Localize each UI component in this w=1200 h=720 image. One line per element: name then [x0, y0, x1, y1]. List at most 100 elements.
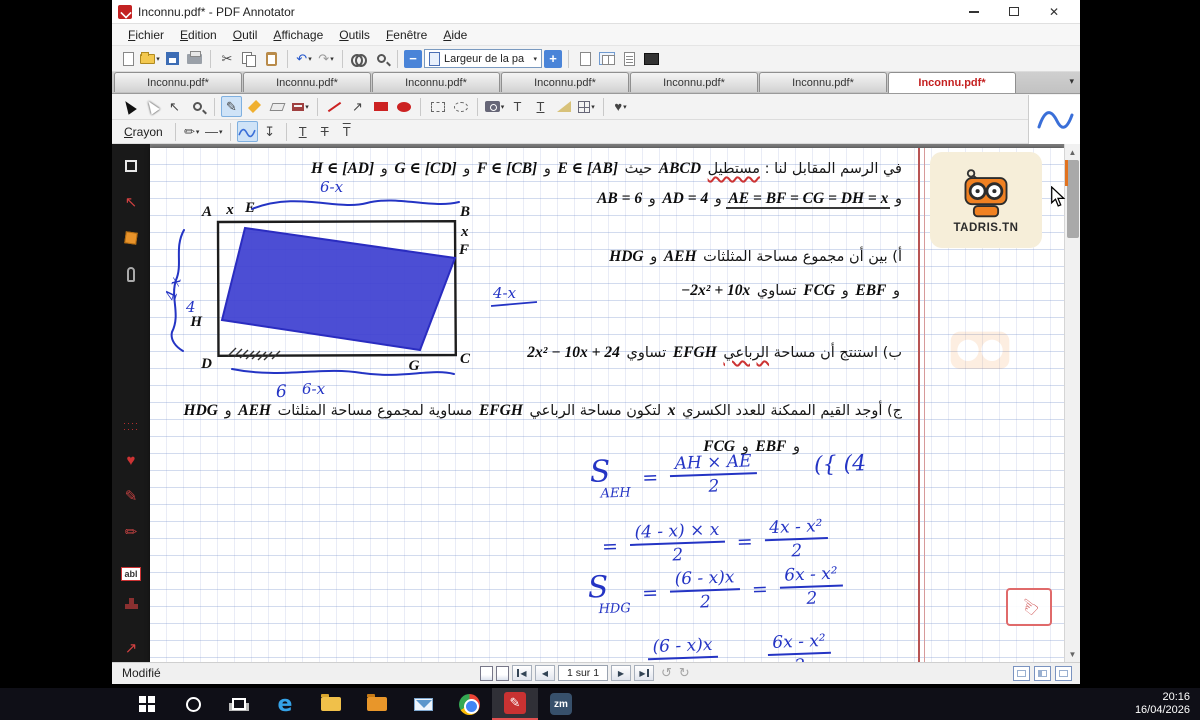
line-tool[interactable] — [324, 96, 345, 117]
single-page-view-button[interactable] — [575, 49, 595, 69]
menu-item[interactable]: Fichier — [120, 26, 172, 44]
heart-preset-button[interactable]: ♥ — [118, 448, 144, 472]
page-indicator[interactable]: 1 sur 1 — [558, 665, 608, 681]
menu-item[interactable]: Fenêtre — [378, 26, 435, 44]
freehand-style-button[interactable] — [237, 121, 258, 142]
document-tab[interactable]: Inconnu.pdf* — [372, 72, 500, 92]
pen-preset-button[interactable]: ✎ — [118, 484, 144, 508]
document-tab[interactable]: Inconnu.pdf* — [114, 72, 242, 92]
new-document-button[interactable] — [118, 49, 138, 69]
edge-taskbar-item[interactable]: e — [262, 688, 308, 720]
snapshot-tool[interactable] — [427, 96, 448, 117]
scroll-down-button[interactable]: ▼ — [1065, 646, 1080, 662]
menu-item[interactable]: Aide — [435, 26, 475, 44]
lasso-tool[interactable] — [450, 96, 471, 117]
text-preset-button[interactable]: abl — [118, 562, 144, 586]
save-button[interactable] — [162, 49, 182, 69]
pen-tool[interactable]: ✎ — [221, 96, 242, 117]
previous-view-button[interactable]: ↺ — [661, 665, 672, 681]
close-button[interactable]: ✕ — [1034, 1, 1074, 23]
previous-page-button[interactable]: ◀ — [535, 665, 555, 681]
pointer-preset-button[interactable]: ↖ — [118, 190, 144, 214]
menu-item[interactable]: Affichage — [265, 26, 331, 44]
pencil-preset-button[interactable]: ✏ — [118, 520, 144, 544]
document-tab[interactable]: Inconnu.pdf* — [888, 72, 1016, 93]
text-box-tool[interactable]: T — [530, 96, 551, 117]
pan-tool[interactable]: ↖ — [164, 96, 185, 117]
pdf-page[interactable]: في الرسم المقابل لنا : مستطيل ABCD حيث E… — [150, 148, 1064, 662]
document-tab[interactable]: Inconnu.pdf* — [501, 72, 629, 92]
minimize-button[interactable] — [954, 1, 994, 23]
fullscreen-button[interactable] — [641, 49, 661, 69]
snap-to-line-button[interactable]: ↧ — [260, 122, 280, 142]
select-tool[interactable] — [118, 96, 139, 117]
start-button[interactable] — [124, 688, 170, 720]
copy-button[interactable] — [239, 49, 259, 69]
search-next-button[interactable] — [371, 49, 391, 69]
chrome-taskbar-item[interactable] — [446, 688, 492, 720]
document-tab[interactable]: Inconnu.pdf* — [630, 72, 758, 92]
search-button[interactable] — [170, 688, 216, 720]
blank-preset-button[interactable] — [118, 154, 144, 178]
zoom-in-button[interactable]: + — [544, 50, 562, 68]
attachment-preset-button[interactable] — [118, 262, 144, 286]
layout-single-button[interactable] — [1013, 666, 1030, 681]
document-tab[interactable]: Inconnu.pdf* — [243, 72, 371, 92]
favorites-tool[interactable]: ♥▾ — [610, 96, 631, 117]
next-view-button[interactable]: ↻ — [679, 665, 690, 681]
text-underline-button[interactable]: T — [293, 122, 313, 142]
more-tools-button[interactable]: ▾ — [576, 96, 597, 117]
zoom-taskbar-item[interactable]: zm — [538, 688, 584, 720]
rectangle-tool[interactable] — [370, 96, 391, 117]
ellipse-tool[interactable] — [393, 96, 414, 117]
cut-button[interactable]: ✂ — [217, 49, 237, 69]
last-page-button[interactable]: ▶ — [634, 665, 654, 681]
text-strike-button[interactable]: T — [315, 122, 335, 142]
next-page-button[interactable]: ▶ — [611, 665, 631, 681]
file-explorer-taskbar-item[interactable] — [308, 688, 354, 720]
zoom-tool[interactable] — [187, 96, 208, 117]
folder-taskbar-item[interactable] — [354, 688, 400, 720]
find-button[interactable] — [349, 49, 369, 69]
menu-item[interactable]: Outil — [225, 26, 266, 44]
stamp-preset-button[interactable] — [118, 594, 144, 618]
pdf-annotator-taskbar-item[interactable]: ✎ — [492, 688, 538, 720]
zoom-level-select[interactable]: Largeur de la pa ▾ — [424, 49, 542, 68]
menu-item[interactable]: Outils — [331, 26, 378, 44]
scrollbar-thumb[interactable] — [1067, 160, 1079, 238]
measure-tool[interactable] — [553, 96, 574, 117]
line-style-button[interactable]: —▾ — [204, 122, 224, 142]
current-pen-preview[interactable] — [1028, 95, 1080, 144]
layout-split-button[interactable] — [1055, 666, 1072, 681]
tab-overflow-button[interactable]: ▾ — [1069, 76, 1074, 87]
pen-width-button[interactable]: ✏▾ — [182, 122, 202, 142]
continuous-view-button[interactable] — [619, 49, 639, 69]
task-view-button[interactable] — [216, 688, 262, 720]
vertical-scrollbar[interactable]: ▲ ▼ — [1064, 144, 1080, 662]
pages-panel-button[interactable] — [496, 666, 509, 681]
undo-button[interactable]: ↶▾ — [294, 49, 314, 69]
first-page-button[interactable]: ◀ — [512, 665, 532, 681]
taskbar-clock[interactable]: 20:16 16/04/2026 — [1135, 691, 1190, 717]
text-tool[interactable]: T — [507, 96, 528, 117]
document-tab[interactable]: Inconnu.pdf* — [759, 72, 887, 92]
arrow-tool[interactable]: ↗ — [347, 96, 368, 117]
marker-preset-button[interactable] — [118, 226, 144, 250]
arrow-preset-button[interactable]: ↗ — [118, 636, 144, 660]
layout-sidebar-button[interactable] — [1034, 666, 1051, 681]
text-overline-button[interactable]: T — [337, 122, 357, 142]
redo-button[interactable]: ↷▾ — [316, 49, 336, 69]
facing-pages-view-button[interactable] — [597, 49, 617, 69]
scroll-up-button[interactable]: ▲ — [1065, 144, 1080, 160]
print-button[interactable] — [184, 49, 204, 69]
open-button[interactable]: ▾ — [140, 49, 160, 69]
paste-button[interactable] — [261, 49, 281, 69]
highlighter-tool[interactable] — [244, 96, 265, 117]
eraser-tool[interactable] — [267, 96, 288, 117]
photo-tool[interactable]: ▾ — [484, 96, 505, 117]
mail-taskbar-item[interactable] — [400, 688, 446, 720]
direct-select-tool[interactable] — [141, 96, 162, 117]
thumbnails-button[interactable] — [480, 666, 493, 681]
stamp-tool[interactable]: ▾ — [290, 96, 311, 117]
maximize-button[interactable] — [994, 1, 1034, 23]
